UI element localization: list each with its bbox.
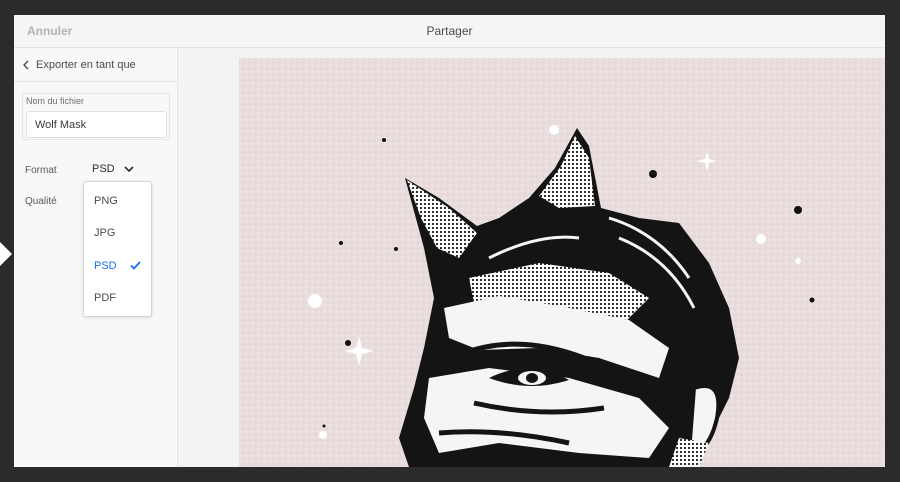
top-bar: Annuler Partager <box>14 15 885 48</box>
wolf-mask-illustration <box>239 58 885 467</box>
format-option-psd[interactable]: PSD <box>84 252 151 280</box>
back-button[interactable]: Exporter en tant que <box>14 48 178 82</box>
format-option-label: PSD <box>94 260 117 272</box>
side-arrow-icon[interactable] <box>0 238 12 270</box>
chevron-down-icon <box>124 166 134 173</box>
format-option-label: JPG <box>94 227 116 239</box>
filename-field-group: Nom du fichier <box>22 93 170 140</box>
filename-label: Nom du fichier <box>26 96 85 106</box>
page-title: Partager <box>426 24 473 38</box>
format-option-label: PDF <box>94 292 116 304</box>
filename-input[interactable] <box>26 111 167 138</box>
artwork-preview <box>239 58 885 467</box>
chevron-left-icon <box>23 60 29 70</box>
format-option-jpg[interactable]: JPG <box>84 219 151 247</box>
format-option-png[interactable]: PNG <box>84 187 151 215</box>
format-option-pdf[interactable]: PDF <box>84 284 151 312</box>
format-select[interactable]: PSD <box>92 161 142 179</box>
format-option-label: PNG <box>94 195 118 207</box>
checkmark-icon <box>130 261 141 270</box>
export-sidebar: Exporter en tant que Nom du fichier Form… <box>14 48 178 467</box>
format-value: PSD <box>92 163 115 175</box>
back-label: Exporter en tant que <box>36 59 136 71</box>
format-dropdown-menu: PNG JPG PSD PDF <box>83 181 152 317</box>
format-label: Format <box>25 165 57 176</box>
share-window: Annuler Partager Exporter en tant que No… <box>14 15 885 467</box>
quality-label: Qualité <box>25 196 57 207</box>
